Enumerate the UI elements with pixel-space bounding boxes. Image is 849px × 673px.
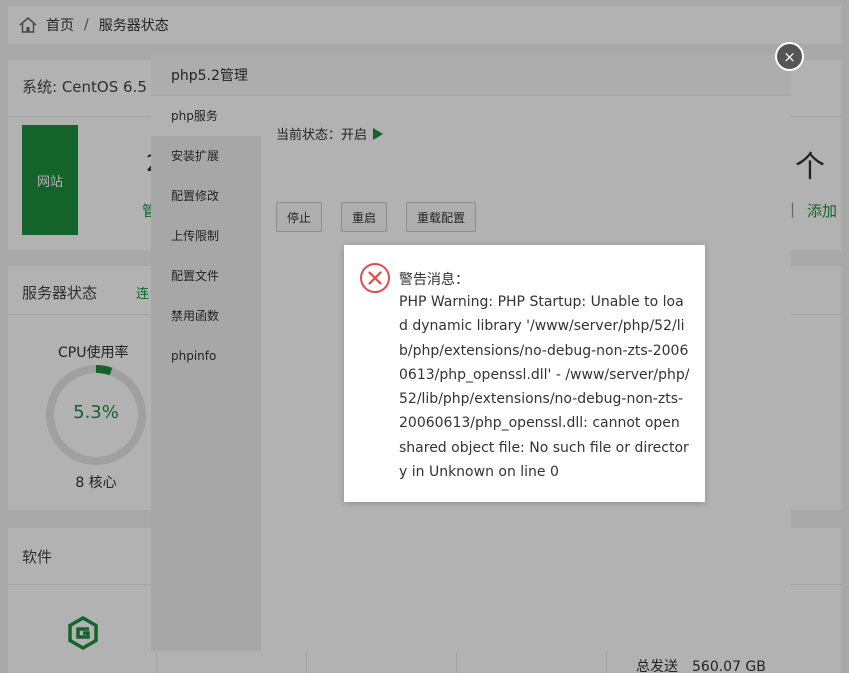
alert-title: 警告消息： bbox=[399, 272, 469, 288]
warning-alert: 警告消息： PHP Warning: PHP Startup: Unable t… bbox=[344, 245, 705, 502]
alert-message: PHP Warning: PHP Startup: Unable to load… bbox=[399, 294, 690, 481]
close-icon[interactable]: × bbox=[775, 42, 804, 71]
error-circle-icon bbox=[360, 263, 390, 293]
